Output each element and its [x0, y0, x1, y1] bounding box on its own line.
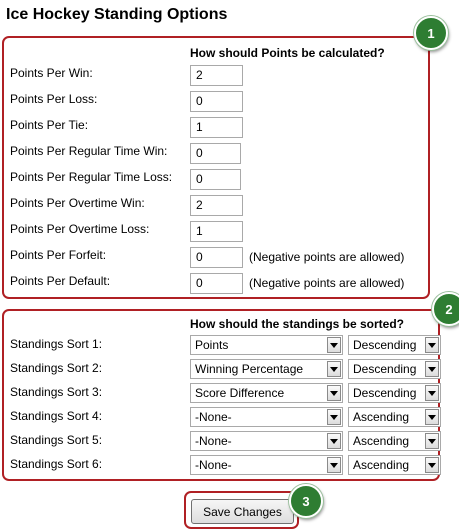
- standings-sort-6-order-select[interactable]: Ascending: [348, 455, 441, 475]
- select-value: -None-: [195, 410, 232, 424]
- standings-sort-1-field-select[interactable]: Points: [190, 335, 343, 355]
- standings-sort-2-label: Standings Sort 2:: [10, 361, 103, 375]
- points-per-forfeit-input[interactable]: 0: [190, 247, 243, 268]
- select-value: -None-: [195, 434, 232, 448]
- standings-sort-3-order-select[interactable]: Descending: [348, 383, 441, 403]
- select-value: Ascending: [353, 458, 410, 472]
- chevron-down-icon[interactable]: [425, 433, 439, 449]
- standings-sort-1-label: Standings Sort 1:: [10, 337, 103, 351]
- standings-sort-6-field-select[interactable]: -None-: [190, 455, 343, 475]
- points-per-default-input[interactable]: 0: [190, 273, 243, 294]
- chevron-down-icon[interactable]: [327, 409, 341, 425]
- callout-badge-3: 3: [289, 484, 323, 518]
- negative-points-note: (Negative points are allowed): [249, 250, 405, 264]
- chevron-down-icon[interactable]: [327, 433, 341, 449]
- points-per-regular-time-win-label: Points Per Regular Time Win:: [10, 144, 168, 158]
- points-per-tie-label: Points Per Tie:: [10, 118, 89, 132]
- points-per-overtime-loss-input[interactable]: 1: [190, 221, 243, 242]
- standings-sort-4-label: Standings Sort 4:: [10, 409, 103, 423]
- callout-badge-1: 1: [414, 16, 448, 50]
- standings-sort-2-order-select[interactable]: Descending: [348, 359, 441, 379]
- points-per-regular-time-loss-input[interactable]: 0: [190, 169, 241, 190]
- save-changes-button[interactable]: Save Changes: [191, 499, 294, 524]
- points-heading: How should Points be calculated?: [190, 46, 385, 60]
- sort-heading: How should the standings be sorted?: [190, 317, 405, 331]
- points-per-win-input[interactable]: 2: [190, 65, 243, 86]
- points-per-tie-input[interactable]: 1: [190, 117, 243, 138]
- select-value: Score Difference: [195, 386, 285, 400]
- chevron-down-icon[interactable]: [327, 457, 341, 473]
- chevron-down-icon[interactable]: [425, 361, 439, 377]
- negative-points-note: (Negative points are allowed): [249, 276, 405, 290]
- chevron-down-icon[interactable]: [425, 409, 439, 425]
- select-value: Ascending: [353, 410, 410, 424]
- standings-sort-4-field-select[interactable]: -None-: [190, 407, 343, 427]
- chevron-down-icon[interactable]: [327, 337, 341, 353]
- standings-sort-2-field-select[interactable]: Winning Percentage: [190, 359, 343, 379]
- chevron-down-icon[interactable]: [327, 361, 341, 377]
- points-per-loss-label: Points Per Loss:: [10, 92, 98, 106]
- points-per-loss-input[interactable]: 0: [190, 91, 243, 112]
- points-per-regular-time-win-input[interactable]: 0: [190, 143, 241, 164]
- points-per-win-label: Points Per Win:: [10, 66, 93, 80]
- standings-sort-6-label: Standings Sort 6:: [10, 457, 103, 471]
- points-per-forfeit-label: Points Per Forfeit:: [10, 248, 107, 262]
- standings-sort-5-label: Standings Sort 5:: [10, 433, 103, 447]
- points-per-overtime-loss-label: Points Per Overtime Loss:: [10, 222, 150, 236]
- callout-badge-2: 2: [432, 292, 459, 326]
- chevron-down-icon[interactable]: [327, 385, 341, 401]
- standings-sort-3-field-select[interactable]: Score Difference: [190, 383, 343, 403]
- select-value: Points: [195, 338, 229, 352]
- points-per-overtime-win-input[interactable]: 2: [190, 195, 243, 216]
- points-per-overtime-win-label: Points Per Overtime Win:: [10, 196, 145, 210]
- page-title: Ice Hockey Standing Options: [6, 6, 228, 23]
- standings-sort-3-label: Standings Sort 3:: [10, 385, 103, 399]
- standings-sort-5-order-select[interactable]: Ascending: [348, 431, 441, 451]
- select-value: -None-: [195, 458, 232, 472]
- points-per-regular-time-loss-label: Points Per Regular Time Loss:: [10, 170, 173, 184]
- chevron-down-icon[interactable]: [425, 337, 439, 353]
- select-value: Descending: [353, 386, 417, 400]
- select-value: Descending: [353, 338, 417, 352]
- select-value: Winning Percentage: [195, 362, 304, 376]
- select-value: Ascending: [353, 434, 410, 448]
- select-value: Descending: [353, 362, 417, 376]
- standings-sort-1-order-select[interactable]: Descending: [348, 335, 441, 355]
- standings-sort-5-field-select[interactable]: -None-: [190, 431, 343, 451]
- chevron-down-icon[interactable]: [425, 457, 439, 473]
- chevron-down-icon[interactable]: [425, 385, 439, 401]
- points-per-default-label: Points Per Default:: [10, 274, 111, 288]
- standings-sort-4-order-select[interactable]: Ascending: [348, 407, 441, 427]
